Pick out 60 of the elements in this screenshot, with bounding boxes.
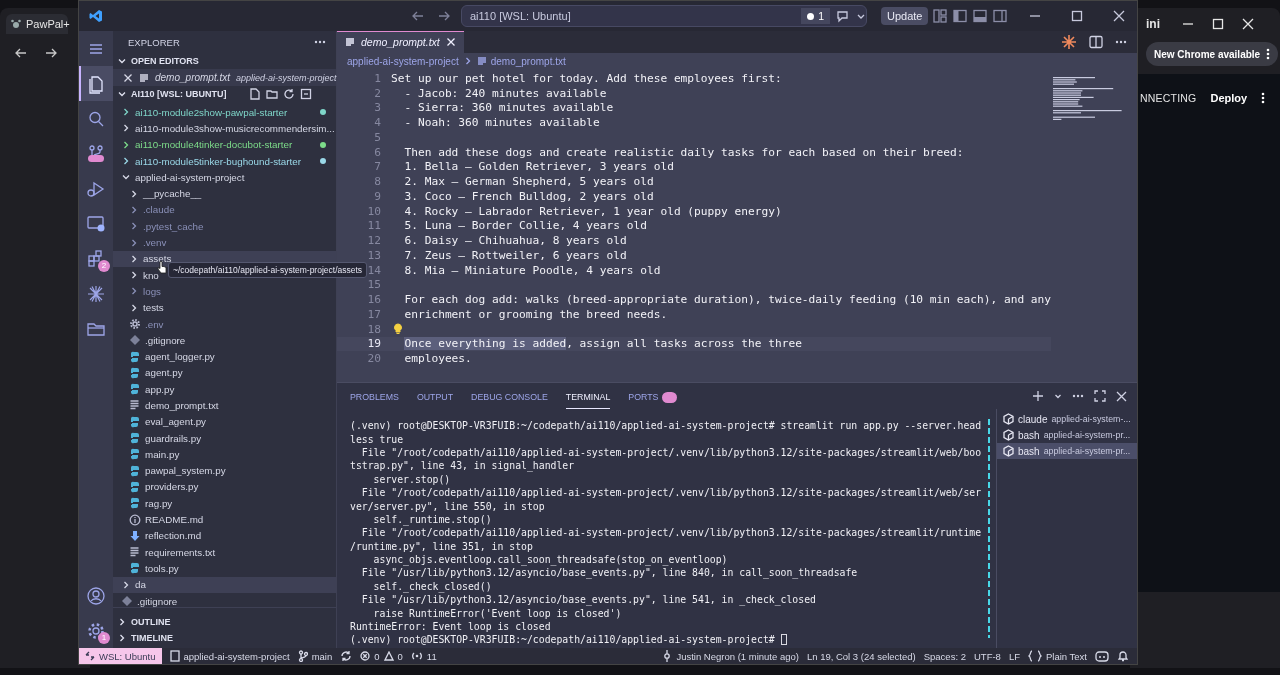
terminal-line: File "/root/codepath/ai110/applied-ai-system-project/.venv/lib/python3.12/site-packages/streamlit/web/ser xyxy=(360,486,982,500)
line-number: 13 xyxy=(366,248,382,262)
line-number: 12 xyxy=(366,234,382,248)
code-line: Set up our pet hotel for today. Add these employees first: xyxy=(391,71,782,85)
terminal-line: File "/usr/lib/python3.12/asyncio/base_events.py", line 541, in _check_closed xyxy=(360,593,817,607)
status-text: NNECTING xyxy=(1140,92,1197,104)
line-number: 16 xyxy=(366,293,382,307)
terminal-line: raise RuntimeError('Event loop is closed') xyxy=(372,606,623,620)
code-line: 2. Max — German Shepherd, 5 years old xyxy=(403,175,654,189)
line-number: 11 xyxy=(366,219,382,233)
line-number: 1 xyxy=(373,71,382,85)
terminal-line: File "/root/codepath/ai110/applied-ai-system-project/.venv/lib/python3.12/site-packages/streamlit/web/boo xyxy=(360,445,982,460)
line-number: 5 xyxy=(373,130,382,144)
code-line: 8. Mia — Miniature Poodle, 4 years old xyxy=(403,263,661,277)
terminal-line: /runtime.py", line 351, in stop xyxy=(350,539,534,553)
code-line: 3. Coco — French Bulldog, 2 years old xyxy=(403,189,654,203)
code-line: 6. Daisy — Chihuahua, 8 years old xyxy=(403,234,627,248)
code-line: Once everything is added, assign all tasks across the three xyxy=(403,337,802,351)
line-number: 9 xyxy=(373,189,382,203)
terminal-line: File "/root/codepath/ai110/applied-ai-system-project/.venv/lib/python3.12/site-packages/streamlit/runtime xyxy=(360,526,982,540)
terminal-line: async_objs.eventloop.call_soon_threadsafe(stop_on_eventloop) xyxy=(372,553,729,567)
terminal-line: tstrap.py", line 43, in signal_handler xyxy=(350,459,576,473)
terminal-line: ver/server.py", line 550, in stop xyxy=(350,499,546,513)
code-line: - Jacob: 240 minutes available xyxy=(403,86,607,100)
count-badge: 2 xyxy=(98,260,110,272)
line-number: 20 xyxy=(366,352,382,366)
code-line: 4. Rocky — Labrador Retriever, 1 year old (puppy energy) xyxy=(403,204,782,218)
line-number: 19 xyxy=(366,337,382,351)
line-number: 3 xyxy=(373,101,382,115)
terminal-line: server.stop() xyxy=(372,472,452,486)
code-line: Then add these dogs and create realistic daily tasks for each based on their breed: xyxy=(403,145,964,159)
terminal-line: (.venv) root@DESKTOP-VR3FUIB:~/codepath/ai110/applied-ai-system-project# streamlit run app.py --server.head xyxy=(350,419,982,433)
line-number: 10 xyxy=(366,204,382,218)
count-badge: 1 xyxy=(98,632,110,644)
line-number: 18 xyxy=(366,322,382,336)
line-number: 4 xyxy=(373,116,382,130)
code-line: 5. Luna — Border Collie, 4 years old xyxy=(403,219,647,233)
code-line: employees. xyxy=(403,352,472,366)
code-line: - Noah: 360 minutes available xyxy=(403,116,600,130)
window-title: ini xyxy=(1146,17,1161,31)
code-line: 7. Zeus — Rottweiler, 6 years old xyxy=(403,248,627,262)
line-number: 7 xyxy=(373,160,382,174)
terminal-line: (.venv) root@DESKTOP-VR3FUIB:~/codepath/ai110/applied-ai-system-project# xyxy=(350,634,776,646)
line-number: 17 xyxy=(366,307,382,321)
terminal-line: File "/usr/lib/python3.12/asyncio/base_events.py", line 840, in call_soon_threadsafe xyxy=(360,566,859,580)
line-number: 6 xyxy=(373,145,382,159)
sidebar-title: EXPLORER xyxy=(128,36,180,48)
code-line: - Sierra: 360 minutes available xyxy=(403,101,614,115)
terminal-line: less true xyxy=(350,432,405,446)
terminal-line: self._runtime.stop() xyxy=(372,512,493,527)
code-line: 1. Bella — Golden Retriever, 3 years old xyxy=(403,160,674,174)
line-number: 15 xyxy=(366,278,382,292)
tooltip: ~/codepath/ai110/applied-ai-system-project/assets xyxy=(168,262,368,278)
line-number: 8 xyxy=(373,175,382,189)
terminal-line: self._check_closed() xyxy=(372,579,493,594)
code-line: enrichment or grooming the breed needs. xyxy=(403,307,668,321)
terminal-line: RuntimeError: Event loop is closed xyxy=(350,620,552,634)
code-line: For each dog add: walks (breed-appropriate duration), twice-daily feeding (10 min each), and any xyxy=(403,293,1052,307)
line-number: 2 xyxy=(373,86,382,100)
tab-title: PawPal+ xyxy=(26,18,70,30)
